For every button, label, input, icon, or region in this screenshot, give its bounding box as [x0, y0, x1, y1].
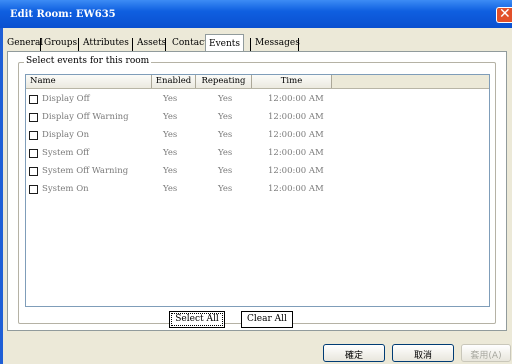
event-time: 12:00:00 AM: [268, 166, 324, 176]
event-enabled: Yes: [163, 130, 178, 140]
list-item[interactable]: Display Off Yes Yes 12:00:00 AM: [26, 93, 489, 107]
event-name: Display Off: [42, 94, 90, 104]
event-name: System Off Warning: [42, 166, 129, 176]
list-item[interactable]: Display On Yes Yes 12:00:00 AM: [26, 129, 489, 143]
clear-all-button[interactable]: Clear All: [241, 311, 293, 328]
event-name: Display On: [42, 130, 90, 140]
close-button[interactable]: ✕: [496, 6, 512, 23]
event-checkbox[interactable]: [29, 95, 38, 104]
events-group-label: Select events for this room: [24, 56, 152, 66]
event-enabled: Yes: [163, 166, 178, 176]
event-checkbox[interactable]: [29, 131, 38, 140]
event-name: Display Off Warning: [42, 112, 129, 122]
select-all-button[interactable]: Select All: [169, 311, 225, 328]
event-repeating: Yes: [218, 166, 233, 176]
column-header-enabled[interactable]: Enabled: [152, 75, 196, 88]
column-header-repeating[interactable]: Repeating: [196, 75, 252, 88]
ok-button[interactable]: 確定: [323, 344, 385, 362]
event-checkbox[interactable]: [29, 149, 38, 158]
dialog-body: General Groups Attributes Assets Contact…: [3, 28, 512, 364]
event-enabled: Yes: [163, 112, 178, 122]
tab-separator: [298, 38, 299, 51]
events-panel: Select events for this room Name Enabled…: [7, 51, 507, 331]
tab-separator: [132, 38, 133, 51]
event-enabled: Yes: [163, 184, 178, 194]
tab-attributes[interactable]: Attributes: [83, 36, 129, 51]
event-repeating: Yes: [218, 112, 233, 122]
title-bar[interactable]: Edit Room: EW635 ✕: [0, 0, 512, 28]
event-name: System Off: [42, 148, 90, 158]
close-icon: ✕: [499, 6, 511, 22]
column-header-name[interactable]: Name: [26, 75, 152, 88]
events-groupbox: Select events for this room Name Enabled…: [18, 56, 496, 328]
cancel-button[interactable]: 取消: [392, 344, 454, 362]
event-checkbox[interactable]: [29, 113, 38, 122]
tab-events[interactable]: Events: [205, 34, 245, 52]
event-checkbox[interactable]: [29, 167, 38, 176]
event-enabled: Yes: [163, 94, 178, 104]
tab-general[interactable]: General: [7, 36, 43, 51]
list-header: Name Enabled Repeating Time: [26, 75, 489, 89]
event-name: System On: [42, 184, 89, 194]
event-enabled: Yes: [163, 148, 178, 158]
event-checkbox[interactable]: [29, 185, 38, 194]
list-item[interactable]: System Off Yes Yes 12:00:00 AM: [26, 147, 489, 161]
event-time: 12:00:00 AM: [268, 130, 324, 140]
list-item[interactable]: Display Off Warning Yes Yes 12:00:00 AM: [26, 111, 489, 125]
event-time: 12:00:00 AM: [268, 184, 324, 194]
event-repeating: Yes: [218, 184, 233, 194]
tab-separator: [78, 38, 79, 51]
event-repeating: Yes: [218, 130, 233, 140]
event-time: 12:00:00 AM: [268, 94, 324, 104]
events-list[interactable]: Name Enabled Repeating Time Display Off …: [25, 74, 490, 307]
tab-separator: [165, 38, 166, 51]
column-header-time[interactable]: Time: [252, 75, 332, 88]
list-item[interactable]: System On Yes Yes 12:00:00 AM: [26, 183, 489, 197]
window-title: Edit Room: EW635: [10, 9, 116, 20]
event-repeating: Yes: [218, 94, 233, 104]
tab-messages[interactable]: Messages: [255, 36, 300, 51]
tab-groups[interactable]: Groups: [44, 36, 77, 51]
event-repeating: Yes: [218, 148, 233, 158]
tab-assets[interactable]: Assets: [137, 36, 166, 51]
tab-separator: [40, 38, 41, 51]
list-item[interactable]: System Off Warning Yes Yes 12:00:00 AM: [26, 165, 489, 179]
event-time: 12:00:00 AM: [268, 112, 324, 122]
event-time: 12:00:00 AM: [268, 148, 324, 158]
tab-separator: [250, 38, 251, 51]
apply-button[interactable]: 套用(A): [461, 344, 511, 362]
